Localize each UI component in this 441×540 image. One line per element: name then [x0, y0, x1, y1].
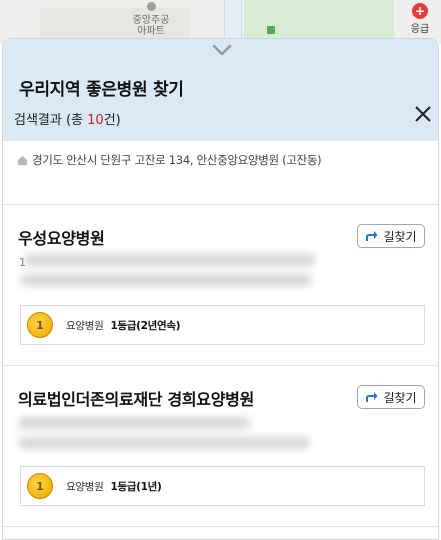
- grade-type: 요양병원: [66, 319, 104, 332]
- blurred-line: [19, 437, 309, 449]
- directions-button[interactable]: 길찾기: [357, 224, 425, 248]
- current-address: 경기도 안산시 단원구 고잔로 134, 안산중앙요양병원 (고잔동): [17, 152, 322, 168]
- directions-button[interactable]: 길찾기: [357, 385, 425, 409]
- address-text: 경기도 안산시 단원구 고잔로 134, 안산중앙요양병원 (고잔동): [32, 153, 322, 167]
- directions-label: 길찾기: [383, 390, 417, 405]
- panel-header: 우리지역 좋은병원 찾기 검색결과 (총 10건): [3, 39, 438, 141]
- directions-arrow-icon: [366, 392, 378, 402]
- directions-label: 길찾기: [383, 229, 417, 244]
- grade-value: 1등급(1년): [110, 480, 162, 493]
- result-suffix: 건): [103, 113, 121, 128]
- chevron-down-icon[interactable]: [212, 43, 232, 57]
- divider: [3, 526, 438, 527]
- page-title: 우리지역 좋은병원 찾기: [19, 80, 184, 100]
- grade-value: 1등급(2년연속): [110, 319, 181, 332]
- blurred-line: [21, 274, 311, 286]
- poi-text: 중앙주공 아파트: [132, 15, 170, 37]
- result-prefix: 검색결과 (총: [14, 113, 88, 128]
- poi-icon: [146, 2, 156, 11]
- grade-type: 요양병원: [66, 480, 104, 493]
- divider: [3, 204, 438, 205]
- hospital-name[interactable]: 의료법인더존의료재단 경희요양병원: [18, 386, 254, 410]
- close-icon[interactable]: [412, 103, 434, 125]
- emergency-label: 응급: [410, 24, 430, 35]
- grade-box: 1 요양병원 1등급(1년): [20, 466, 425, 506]
- divider: [3, 365, 438, 366]
- hospital-details-blurred: [17, 413, 317, 451]
- result-summary: 검색결과 (총 10건): [14, 109, 121, 128]
- blurred-line: [19, 417, 249, 429]
- grade-medal-icon: 1: [27, 473, 53, 499]
- hospital-name[interactable]: 우성요양병원: [18, 225, 105, 249]
- map-poi-label: 중앙주공 아파트: [96, 2, 206, 37]
- hospital-details-blurred: 1: [17, 250, 317, 288]
- blurred-line: [25, 254, 315, 266]
- hospital-search-panel: 우리지역 좋은병원 찾기 검색결과 (총 10건) 경기도 안산시 단원구 고잔…: [2, 38, 439, 540]
- emergency-button[interactable]: + 응급: [402, 3, 438, 35]
- grade-medal-icon: 1: [27, 312, 53, 338]
- directions-arrow-icon: [366, 231, 378, 241]
- emergency-icon: +: [412, 3, 428, 19]
- grade-box: 1 요양병원 1등급(2년연속): [20, 305, 425, 345]
- home-icon: [17, 155, 28, 165]
- map-park-icon: [267, 26, 275, 34]
- result-count: 10: [87, 113, 104, 128]
